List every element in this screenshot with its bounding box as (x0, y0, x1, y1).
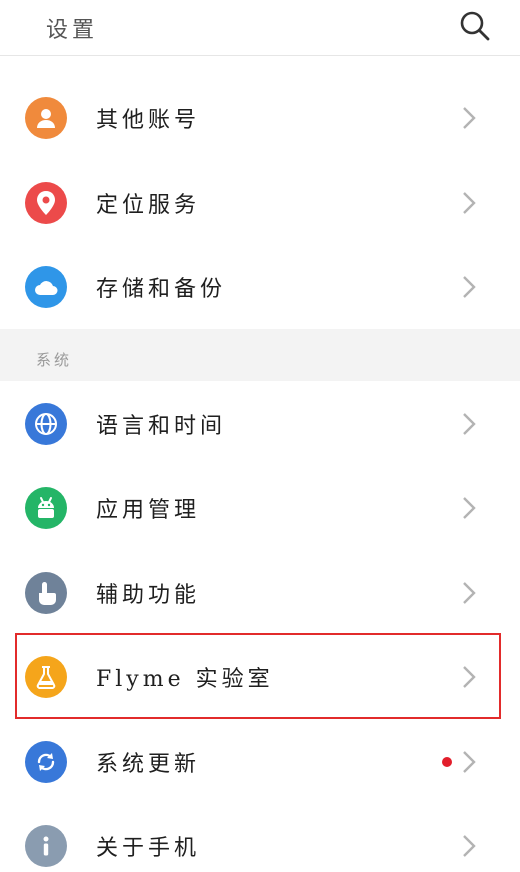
android-icon (25, 487, 67, 529)
settings-item-location[interactable]: 定位服务 (0, 161, 520, 245)
update-badge-dot (442, 757, 452, 767)
cloud-icon (25, 266, 67, 308)
chevron-right-icon (463, 107, 476, 129)
page-title: 设置 (46, 18, 99, 43)
chevron-right-icon (463, 835, 476, 857)
settings-item-flyme-lab[interactable]: Flyme 实验室 (0, 635, 520, 719)
section-header-system: 系统 (0, 329, 520, 381)
settings-item-app-management[interactable]: 应用管理 (0, 466, 520, 550)
chevron-right-icon (463, 413, 476, 435)
refresh-icon (25, 741, 67, 783)
chevron-right-icon (463, 497, 476, 519)
chevron-right-icon (463, 192, 476, 214)
hand-pointer-icon (25, 572, 67, 614)
info-icon (25, 825, 67, 867)
settings-item-label: 定位服务 (96, 193, 201, 218)
search-icon[interactable] (459, 10, 491, 42)
globe-icon (25, 403, 67, 445)
settings-item-label: 存储和备份 (96, 277, 227, 302)
location-pin-icon (25, 182, 67, 224)
chevron-right-icon (463, 666, 476, 688)
settings-item-label: 应用管理 (96, 498, 201, 523)
app-header: 设置 (0, 0, 520, 56)
person-icon (25, 97, 67, 139)
chevron-right-icon (463, 276, 476, 298)
settings-item-other-accounts[interactable]: 其他账号 (0, 76, 520, 160)
settings-item-label: 系统更新 (96, 752, 201, 777)
settings-item-storage-backup[interactable]: 存储和备份 (0, 245, 520, 329)
settings-item-system-update[interactable]: 系统更新 (0, 720, 520, 804)
settings-item-about-phone[interactable]: 关于手机 (0, 804, 520, 872)
chevron-right-icon (463, 582, 476, 604)
settings-item-label: 辅助功能 (96, 583, 201, 608)
settings-item-label: 语言和时间 (96, 414, 227, 439)
settings-item-label: 关于手机 (96, 836, 201, 861)
settings-item-label: 其他账号 (96, 108, 201, 133)
settings-item-language-time[interactable]: 语言和时间 (0, 382, 520, 466)
section-title: 系统 (36, 351, 73, 369)
settings-item-accessibility[interactable]: 辅助功能 (0, 551, 520, 635)
flask-icon (25, 656, 67, 698)
settings-item-label: Flyme 实验室 (96, 667, 274, 692)
chevron-right-icon (463, 751, 476, 773)
